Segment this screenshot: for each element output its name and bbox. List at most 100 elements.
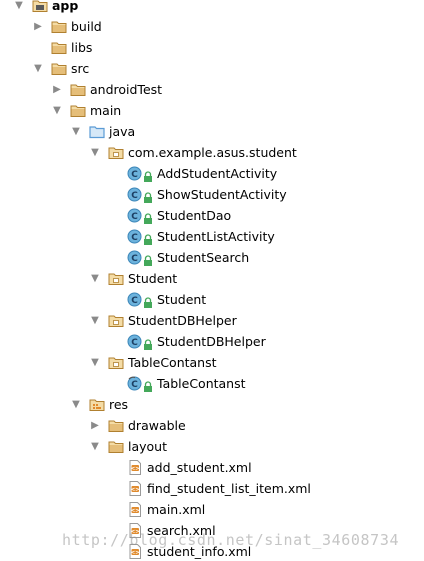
expand-arrow-right-icon[interactable]: ▶: [33, 16, 43, 37]
folder-icon: [51, 19, 67, 34]
svg-text:<>: <>: [131, 550, 141, 556]
expand-arrow-down-icon[interactable]: ▼: [71, 394, 81, 415]
expand-arrow-down-icon[interactable]: ▼: [33, 58, 43, 79]
tree-item-label: student_info.xml: [147, 544, 252, 559]
tree-item-label: androidTest: [90, 82, 163, 97]
tree-item-label: res: [109, 397, 129, 412]
tree-row[interactable]: ▼ com.example.asus.student: [0, 142, 424, 163]
tree-row[interactable]: ▼ java: [0, 121, 424, 142]
tree-row[interactable]: ▼ src: [0, 58, 424, 79]
svg-text:C: C: [131, 380, 138, 390]
tree-item-label: build: [71, 19, 102, 34]
tree-row[interactable]: ▼ TableContanst: [0, 352, 424, 373]
xml-file-icon: <>: [127, 502, 143, 517]
svg-text:C: C: [131, 296, 138, 306]
expand-arrow-down-icon[interactable]: ▼: [14, 0, 24, 16]
class-abstract-icon: C: [127, 376, 143, 391]
tree-row[interactable]: C StudentSearch: [0, 247, 424, 268]
svg-text:<>: <>: [131, 466, 141, 472]
tree-item-label: ShowStudentActivity: [157, 187, 287, 202]
tree-row[interactable]: ▶ drawable: [0, 415, 424, 436]
class-icon: C: [127, 334, 143, 349]
tree-item-label: java: [109, 124, 136, 139]
tree-row[interactable]: <> main.xml: [0, 499, 424, 520]
package-icon: [108, 145, 124, 160]
svg-text:C: C: [131, 170, 138, 180]
svg-text:<>: <>: [131, 487, 141, 493]
xml-file-icon: <>: [127, 523, 143, 538]
tree-row[interactable]: ▼ layout: [0, 436, 424, 457]
tree-row[interactable]: C Student: [0, 289, 424, 310]
svg-text:C: C: [131, 191, 138, 201]
expand-arrow-down-icon[interactable]: ▼: [90, 352, 100, 373]
tree-item-label: layout: [128, 439, 168, 454]
class-icon: C: [127, 187, 143, 202]
tree-row[interactable]: ▶ build: [0, 16, 424, 37]
tree-item-label: add_student.xml: [147, 460, 252, 475]
xml-file-icon: <>: [127, 460, 143, 475]
tree-item-label: AddStudentActivity: [157, 166, 278, 181]
class-icon: C: [127, 229, 143, 244]
folder-icon: [51, 61, 67, 76]
expand-arrow-down-icon[interactable]: ▼: [52, 100, 62, 121]
package-icon: [108, 313, 124, 328]
class-icon: C: [127, 166, 143, 181]
tree-row[interactable]: <> add_student.xml: [0, 457, 424, 478]
tree-row[interactable]: C TableContanst: [0, 373, 424, 394]
tree-item-label: TableContanst: [157, 376, 246, 391]
svg-text:C: C: [131, 212, 138, 222]
tree-item-label: src: [71, 61, 90, 76]
tree-row[interactable]: ▼ Student: [0, 268, 424, 289]
tree-row[interactable]: C StudentDBHelper: [0, 331, 424, 352]
tree-item-label: StudentDao: [157, 208, 232, 223]
expand-arrow-down-icon[interactable]: ▼: [71, 121, 81, 142]
folder-icon: [108, 439, 124, 454]
tree-item-label: com.example.asus.student: [128, 145, 297, 160]
tree-item-label: Student: [128, 271, 178, 286]
folder-icon: [70, 103, 86, 118]
tree-row[interactable]: ▼ res: [0, 394, 424, 415]
tree-item-label: StudentDBHelper: [128, 313, 237, 328]
xml-file-icon: <>: [127, 544, 143, 559]
tree-row[interactable]: libs: [0, 37, 424, 58]
tree-row[interactable]: C StudentDao: [0, 205, 424, 226]
tree-row[interactable]: C AddStudentActivity: [0, 163, 424, 184]
tree-item-label: TableContanst: [128, 355, 217, 370]
tree-row[interactable]: <> student_info.xml: [0, 541, 424, 561]
package-icon: [108, 271, 124, 286]
tree-item-label: StudentListActivity: [157, 229, 275, 244]
expand-arrow-down-icon[interactable]: ▼: [90, 436, 100, 457]
expand-arrow-right-icon[interactable]: ▶: [52, 79, 62, 100]
tree-item-label: app: [52, 0, 79, 13]
tree-row[interactable]: ▶ androidTest: [0, 79, 424, 100]
tree-row[interactable]: C StudentListActivity: [0, 226, 424, 247]
expand-arrow-down-icon[interactable]: ▼: [90, 142, 100, 163]
expand-arrow-down-icon[interactable]: ▼: [90, 268, 100, 289]
project-tree: ▼ app ▶ build libs ▼ src ▶ androidTest ▼ mai…: [0, 0, 424, 561]
tree-item-label: main: [90, 103, 122, 118]
tree-row[interactable]: ▼ app: [0, 0, 424, 16]
resource-folder-icon: [89, 397, 105, 412]
class-icon: C: [127, 208, 143, 223]
module-icon: [32, 0, 48, 13]
class-icon: C: [127, 292, 143, 307]
tree-row[interactable]: ▼ StudentDBHelper: [0, 310, 424, 331]
tree-row[interactable]: <> find_student_list_item.xml: [0, 478, 424, 499]
source-folder-icon: [89, 124, 105, 139]
tree-item-label: libs: [71, 40, 93, 55]
folder-icon: [108, 418, 124, 433]
svg-text:C: C: [131, 254, 138, 264]
package-icon: [108, 355, 124, 370]
tree-row[interactable]: <> search.xml: [0, 520, 424, 541]
expand-arrow-down-icon[interactable]: ▼: [90, 310, 100, 331]
tree-item-label: Student: [157, 292, 207, 307]
folder-icon: [51, 40, 67, 55]
tree-item-label: StudentSearch: [157, 250, 250, 265]
xml-file-icon: <>: [127, 481, 143, 496]
tree-row[interactable]: C ShowStudentActivity: [0, 184, 424, 205]
expand-arrow-right-icon[interactable]: ▶: [90, 415, 100, 436]
tree-row[interactable]: ▼ main: [0, 100, 424, 121]
tree-item-label: find_student_list_item.xml: [147, 481, 311, 496]
tree-item-label: StudentDBHelper: [157, 334, 266, 349]
svg-text:<>: <>: [131, 508, 141, 514]
